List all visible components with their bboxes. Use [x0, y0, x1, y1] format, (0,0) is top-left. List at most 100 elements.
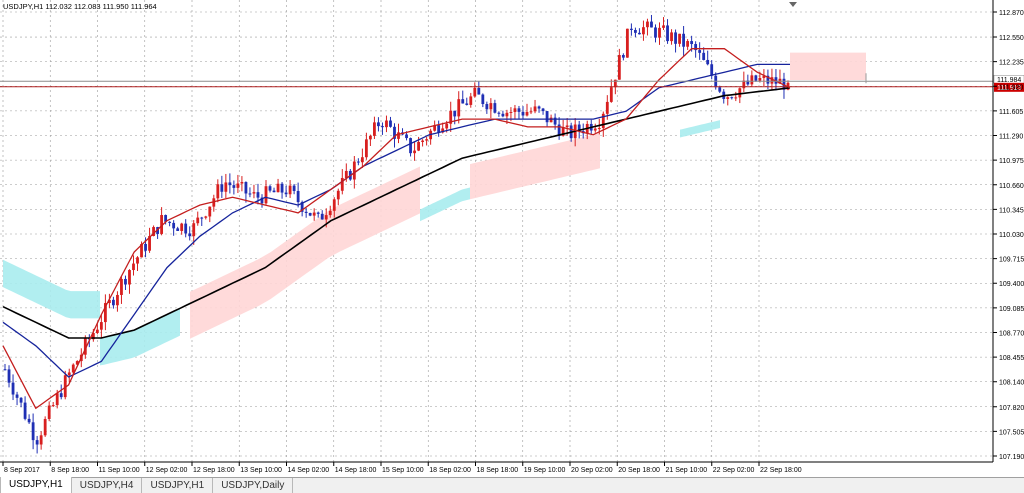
price-tick-label: 108.455 [999, 355, 1024, 362]
bear-candle-body [188, 233, 192, 237]
bull-candle-body [385, 120, 388, 128]
price-tick-label: 107.190 [999, 454, 1024, 461]
cloud-segment [3, 259, 100, 319]
price-tick-label: 110.030 [999, 232, 1024, 239]
tab-usdjpy-h4[interactable]: USDJPY,H4 [72, 478, 143, 493]
time-tick-label: 12 Sep 18:00 [193, 467, 235, 474]
cloud-segment [420, 187, 470, 222]
bull-candle-body [240, 182, 244, 184]
bull-candle-body [224, 182, 228, 192]
bear-candle-body [31, 422, 35, 441]
price-tick-label: 112.550 [999, 35, 1024, 42]
bull-candle-body [662, 25, 665, 28]
bull-candle-body [204, 216, 208, 218]
bear-candle-body [710, 64, 714, 76]
time-tick-label: 20 Sep 02:00 [571, 467, 613, 474]
bear-candle-body [481, 94, 485, 105]
bull-candle-body [67, 372, 71, 376]
bear-candle-body [27, 418, 31, 423]
bear-candle-body [501, 113, 505, 117]
bull-candle-body [525, 111, 529, 116]
tab-usdjpy-h1-second[interactable]: USDJPY,H1 [142, 478, 214, 493]
bull-candle-body [120, 278, 123, 295]
price-tick-label: 108.770 [999, 330, 1024, 337]
bear-candle-body [304, 211, 308, 213]
bear-candle-body [698, 50, 702, 53]
chart-shift-marker-icon[interactable] [789, 2, 797, 7]
bull-candle-body [116, 294, 119, 306]
bull-candle-body [678, 33, 681, 44]
time-tick-label: 21 Sep 10:00 [666, 467, 708, 474]
bull-candle-body [47, 405, 51, 419]
price-tick-label: 110.345 [999, 207, 1024, 214]
bear-candle-body [232, 185, 236, 188]
price-tick-label: 108.140 [999, 380, 1024, 387]
bull-candle-body [597, 128, 601, 130]
time-tick-label: 13 Sep 10:00 [240, 467, 282, 474]
bear-candle-body [730, 97, 734, 99]
time-tick-label: 12 Sep 02:00 [146, 467, 188, 474]
bear-candle-body [537, 106, 541, 109]
bear-candle-body [682, 33, 685, 47]
bear-candle-body [3, 369, 7, 371]
bear-candle-body [517, 108, 521, 112]
bull-candle-body [208, 206, 212, 217]
bear-candle-body [296, 190, 300, 203]
bear-candle-body [320, 213, 324, 220]
bear-candle-body [316, 212, 320, 214]
ichimoku-cloud [3, 52, 866, 366]
bear-candle-body [702, 52, 706, 60]
bull-candle-body [445, 123, 449, 129]
bull-candle-body [533, 106, 537, 112]
bull-candle-body [565, 125, 569, 128]
bear-candle-body [7, 369, 11, 383]
time-tick-label: 19 Sep 10:00 [524, 467, 566, 474]
price-chart[interactable]: 111.984111.913 112.870 112.550 112.235 111.… [0, 0, 1024, 477]
bull-candle-body [51, 405, 55, 407]
tab-usdjpy-daily[interactable]: USDJPY,Daily [213, 478, 294, 493]
tab-usdjpy-h1[interactable]: USDJPY,H1 [0, 477, 72, 493]
cloud-segment [190, 166, 420, 339]
bear-candle-body [690, 41, 694, 45]
bull-candle-body [344, 170, 348, 178]
bear-candle-body [381, 126, 384, 128]
bear-candle-body [437, 125, 441, 133]
cloud-segment [470, 133, 600, 200]
time-tick-label: 20 Sep 18:00 [618, 467, 660, 474]
bear-candle-body [654, 27, 657, 38]
price-tick-label: 109.085 [999, 306, 1024, 313]
bull-candle-body [413, 150, 416, 154]
bull-candle-body [505, 112, 509, 117]
price-tick-label: 111.920 [999, 84, 1023, 91]
bear-candle-body [220, 184, 224, 192]
bear-candle-body [15, 394, 19, 398]
bull-candle-body [734, 97, 738, 99]
bull-candle-body [529, 111, 533, 113]
bull-candle-body [252, 192, 256, 194]
bear-candle-body [718, 87, 722, 92]
bull-candle-body [373, 122, 376, 136]
bear-candle-body [144, 243, 147, 251]
bull-candle-body [328, 210, 332, 216]
bear-candle-body [280, 183, 284, 193]
bear-candle-body [674, 32, 677, 44]
time-tick-label: 11 Sep 10:00 [99, 467, 140, 474]
bear-candle-body [629, 28, 633, 30]
bear-candle-body [268, 186, 272, 191]
bear-candle-body [356, 161, 360, 163]
ask-price-label: 111.984 [997, 77, 1021, 84]
bull-candle-body [324, 215, 328, 220]
bull-candle-body [469, 96, 473, 105]
bear-candle-body [477, 87, 481, 95]
bull-candle-body [549, 117, 553, 123]
bear-candle-body [521, 111, 525, 116]
bull-candle-body [509, 111, 513, 113]
bull-candle-body [738, 88, 742, 98]
bull-candle-body [642, 27, 645, 35]
price-tick-label: 109.715 [999, 257, 1024, 264]
bull-candle-body [593, 128, 597, 131]
bear-candle-body [284, 192, 288, 195]
time-tick-label: 15 Sep 10:00 [382, 467, 424, 474]
bear-candle-body [23, 402, 27, 419]
time-tick-label: 14 Sep 02:00 [288, 467, 330, 474]
